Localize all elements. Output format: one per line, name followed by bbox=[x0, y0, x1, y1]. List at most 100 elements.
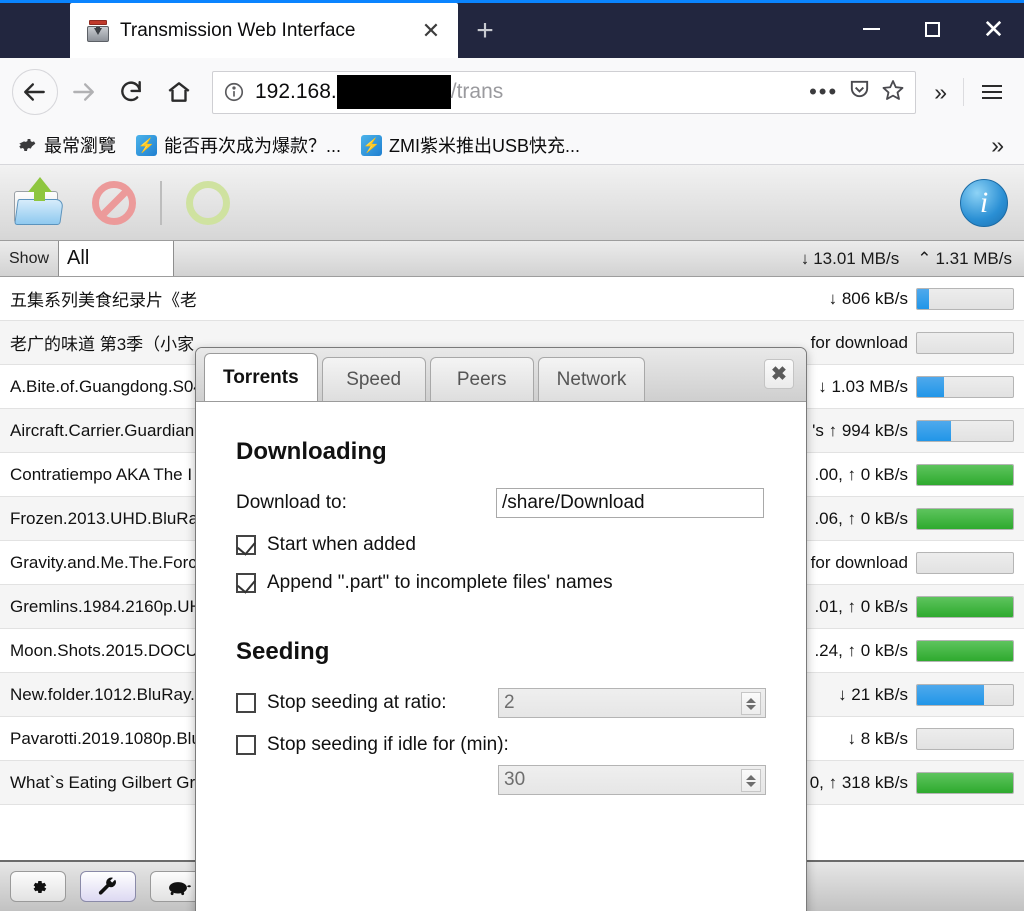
dialog-close-button[interactable]: ✖ bbox=[764, 359, 794, 389]
torrent-progress-bar bbox=[916, 551, 1014, 574]
progress-fill bbox=[917, 288, 930, 309]
maximize-icon[interactable] bbox=[902, 0, 963, 58]
bookmark-label: 能否再次成为爆款？... bbox=[164, 136, 342, 156]
bookmark-item-2[interactable]: ⚡ ZMI紫米推出USB快充... bbox=[354, 129, 587, 161]
transmission-toolbar: i bbox=[0, 165, 1024, 241]
global-upload-speed: ⌃ 1.31 MB/s bbox=[917, 249, 1012, 269]
download-to-input[interactable]: /share/Download bbox=[496, 488, 764, 518]
stop-idle-spin-buttons[interactable] bbox=[741, 769, 761, 792]
start-when-added-row[interactable]: Start when added bbox=[236, 534, 766, 556]
stop-ratio-spin-buttons[interactable] bbox=[741, 692, 761, 715]
torrent-progress-bar bbox=[916, 287, 1014, 310]
download-speed-value: 13.01 MB/s bbox=[813, 248, 900, 268]
stop-idle-spinner-row: 30 bbox=[236, 765, 766, 795]
bookmarks-toolbar: 最常瀏覽 ⚡ 能否再次成为爆款？... ⚡ ZMI紫米推出USB快充... » bbox=[0, 126, 1024, 165]
stop-idle-checkbox[interactable] bbox=[236, 735, 256, 755]
stop-idle-spinner[interactable]: 30 bbox=[498, 765, 766, 795]
page-actions-icon[interactable]: ••• bbox=[809, 81, 838, 103]
stop-ratio-value: 2 bbox=[504, 692, 515, 713]
url-prefix: 192.168. bbox=[255, 80, 337, 103]
info-icon[interactable]: i bbox=[956, 175, 1012, 231]
bookmark-item-1[interactable]: ⚡ 能否再次成为爆款？... bbox=[129, 129, 348, 161]
torrent-status: ↓ 806 kB/s bbox=[828, 288, 908, 308]
tab-network[interactable]: Network bbox=[537, 357, 646, 401]
preferences-button[interactable] bbox=[10, 871, 66, 902]
lightning-icon: ⚡ bbox=[136, 134, 157, 156]
nav-overflow-icon[interactable]: » bbox=[926, 79, 955, 106]
download-to-row: Download to: /share/Download bbox=[236, 488, 766, 518]
star-icon[interactable] bbox=[881, 78, 905, 107]
new-tab-button[interactable]: + bbox=[458, 3, 512, 58]
torrent-progress-bar bbox=[916, 727, 1014, 750]
download-to-label: Download to: bbox=[236, 492, 347, 513]
navigation-toolbar: 192.168. /trans ••• » bbox=[0, 58, 1024, 126]
pocket-icon[interactable] bbox=[848, 78, 871, 106]
bookmark-label: 最常瀏覽 bbox=[44, 136, 116, 156]
append-part-row[interactable]: Append ".part" to incomplete files' name… bbox=[236, 572, 766, 594]
start-when-added-label: Start when added bbox=[267, 534, 416, 555]
global-download-speed: ↓ 13.01 MB/s bbox=[801, 249, 900, 269]
append-part-label: Append ".part" to incomplete files' name… bbox=[267, 572, 613, 593]
minimize-icon[interactable] bbox=[841, 0, 902, 58]
torrent-progress-bar bbox=[916, 639, 1014, 662]
gear-icon bbox=[17, 135, 37, 155]
append-part-checkbox[interactable] bbox=[236, 573, 256, 593]
play-circle-icon[interactable] bbox=[180, 175, 236, 231]
home-icon[interactable] bbox=[156, 69, 202, 115]
downloading-heading: Downloading bbox=[236, 438, 387, 465]
tab-torrents[interactable]: Torrents bbox=[204, 353, 318, 401]
seeding-heading: Seeding bbox=[236, 638, 330, 665]
url-text[interactable]: 192.168. /trans bbox=[255, 75, 799, 109]
url-action-icons: ••• bbox=[809, 78, 905, 107]
nav-divider bbox=[963, 78, 964, 106]
filter-spacer bbox=[174, 241, 789, 276]
show-filter-select[interactable]: All bbox=[58, 241, 175, 276]
tab-peers[interactable]: Peers bbox=[429, 357, 534, 401]
bookmark-most-visited[interactable]: 最常瀏覽 bbox=[10, 129, 123, 161]
titlebar-accent bbox=[0, 0, 1024, 3]
download-arrow-icon: ↓ bbox=[800, 248, 810, 268]
reload-icon[interactable] bbox=[108, 69, 154, 115]
torrent-progress-bar bbox=[916, 507, 1014, 530]
tab-strip: Transmission Web Interface ✕ + bbox=[0, 0, 512, 58]
tools-button[interactable] bbox=[80, 871, 136, 902]
toolbar-divider bbox=[160, 180, 162, 225]
forward-arrow-icon bbox=[60, 69, 106, 115]
transmission-web-interface: i Show All ↓ 13.01 MB/s ⌃ 1.31 MB/s 五集系列… bbox=[0, 165, 1024, 911]
progress-fill bbox=[917, 420, 951, 441]
transmission-filter-bar: Show All ↓ 13.01 MB/s ⌃ 1.31 MB/s bbox=[0, 241, 1024, 277]
hamburger-icon[interactable] bbox=[972, 75, 1012, 109]
no-entry-icon[interactable] bbox=[86, 175, 142, 231]
gear-icon bbox=[33, 880, 47, 893]
window-close-icon[interactable]: ✕ bbox=[963, 0, 1024, 58]
torrent-row[interactable]: 五集系列美食纪录片《老 ↓ 806 kB/s bbox=[0, 277, 1024, 321]
progress-fill bbox=[917, 640, 1013, 661]
torrent-progress-bar bbox=[916, 331, 1014, 354]
close-icon[interactable]: ✕ bbox=[416, 16, 446, 46]
dialog-body: Downloading Download to: /share/Download… bbox=[196, 402, 806, 795]
browser-tab-transmission[interactable]: Transmission Web Interface ✕ bbox=[70, 3, 458, 58]
bookmark-label: ZMI紫米推出USB快充... bbox=[389, 136, 581, 156]
upload-arrow-icon: ⌃ bbox=[917, 248, 932, 268]
stop-ratio-label: Stop seeding at ratio: bbox=[267, 692, 447, 713]
stop-ratio-spinner[interactable]: 2 bbox=[498, 688, 766, 718]
address-bar[interactable]: 192.168. /trans ••• bbox=[212, 70, 917, 114]
back-arrow-icon[interactable] bbox=[12, 69, 58, 115]
start-when-added-checkbox[interactable] bbox=[236, 535, 256, 555]
stop-idle-label: Stop seeding if idle for (min): bbox=[267, 734, 509, 755]
stop-idle-value: 30 bbox=[504, 769, 526, 790]
url-redaction bbox=[336, 75, 451, 109]
show-label: Show bbox=[9, 249, 50, 267]
info-circle-icon[interactable] bbox=[223, 81, 245, 103]
progress-fill bbox=[917, 464, 1013, 485]
torrent-name: 五集系列美食纪录片《老 bbox=[10, 291, 197, 310]
window-controls: ✕ bbox=[841, 0, 1024, 58]
open-folder-icon[interactable] bbox=[12, 175, 68, 231]
progress-fill bbox=[917, 508, 1013, 529]
stop-ratio-checkbox[interactable] bbox=[236, 693, 256, 713]
bookmarks-overflow-icon[interactable]: » bbox=[981, 132, 1014, 159]
tab-speed[interactable]: Speed bbox=[321, 357, 426, 401]
transmission-icon bbox=[86, 19, 110, 43]
browser-titlebar: Transmission Web Interface ✕ + ✕ bbox=[0, 0, 1024, 58]
progress-fill bbox=[917, 684, 985, 705]
